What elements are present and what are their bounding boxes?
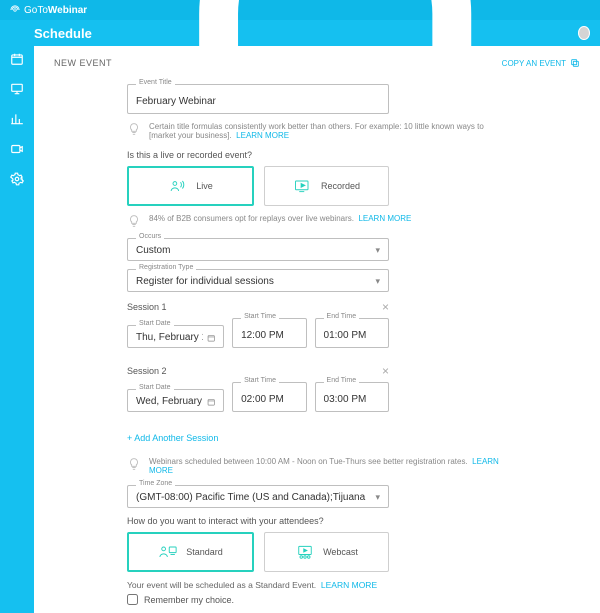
session-2-date-label: Start Date	[136, 384, 174, 391]
session-2-start[interactable]	[241, 394, 297, 405]
standard-label: Standard	[186, 547, 223, 557]
timezone-label: Time Zone	[136, 480, 175, 487]
page-title: Schedule	[34, 26, 92, 41]
session-2-end[interactable]	[324, 394, 380, 405]
live-icon	[168, 178, 188, 194]
learn-more-link[interactable]: LEARN MORE	[358, 214, 411, 223]
recorded-card[interactable]: Recorded	[264, 166, 389, 206]
timezone-value[interactable]	[136, 492, 375, 503]
session-1-date-field[interactable]: Start Date	[127, 325, 224, 348]
reg-type-field[interactable]: Registration Type ▾	[127, 269, 389, 292]
remember-label: Remember my choice.	[144, 595, 234, 605]
copy-icon	[570, 58, 580, 68]
avatar[interactable]	[578, 26, 590, 40]
broadcast-icon	[10, 5, 20, 15]
bulb-icon	[127, 214, 141, 228]
bulb-icon	[127, 122, 141, 136]
webcast-icon	[295, 544, 315, 560]
learn-more-link[interactable]: LEARN MORE	[236, 131, 289, 140]
content: NEW EVENT COPY AN EVENT Event Title Cert…	[34, 46, 600, 613]
recorded-label: Recorded	[321, 181, 360, 191]
interact-question: How do you want to interact with your at…	[127, 516, 507, 526]
live-card[interactable]: Live	[127, 166, 254, 206]
session-1-close[interactable]: ×	[382, 300, 389, 314]
live-label: Live	[196, 181, 213, 191]
remember-row[interactable]: Remember my choice.	[127, 594, 507, 605]
recorded-icon	[293, 178, 313, 194]
add-session-button[interactable]: + Add Another Session	[127, 433, 218, 443]
session-1-start-field[interactable]: Start Time	[232, 318, 306, 348]
sidebar	[0, 46, 34, 613]
header-bar: Schedule	[0, 20, 600, 46]
calendar-icon	[207, 333, 215, 343]
replay-tip: 84% of B2B consumers opt for replays ove…	[127, 214, 507, 228]
brand-bold: Webinar	[48, 5, 87, 16]
session-2-start-field[interactable]: Start Time	[232, 382, 306, 412]
session-2-start-label: Start Time	[241, 377, 279, 384]
webcast-card[interactable]: Webcast	[264, 532, 389, 572]
brand-light: GoTo	[24, 5, 48, 16]
learn-more-link[interactable]: LEARN MORE	[321, 580, 377, 590]
session-2-close[interactable]: ×	[382, 364, 389, 378]
session-1-start-label: Start Time	[241, 313, 279, 320]
chevron-down-icon: ▾	[375, 276, 380, 287]
event-title-label: Event Title	[136, 79, 175, 86]
calendar-icon	[207, 397, 215, 407]
time-tip: Webinars scheduled between 10:00 AM - No…	[127, 457, 507, 475]
standard-notice: Your event will be scheduled as a Standa…	[127, 580, 316, 590]
session-2-end-field[interactable]: End Time	[315, 382, 389, 412]
webcast-label: Webcast	[323, 547, 358, 557]
replay-tip-text: 84% of B2B consumers opt for replays ove…	[149, 214, 354, 223]
occurs-field[interactable]: Occurs ▾	[127, 238, 389, 261]
live-recorded-question: Is this a live or recorded event?	[127, 150, 507, 160]
occurs-label: Occurs	[136, 233, 164, 240]
reg-type-label: Registration Type	[136, 264, 196, 271]
chart-icon[interactable]	[10, 112, 24, 126]
chevron-down-icon: ▾	[375, 245, 380, 256]
calendar-icon[interactable]	[10, 52, 24, 66]
event-title-field[interactable]: Event Title	[127, 84, 389, 114]
occurs-value[interactable]	[136, 245, 375, 256]
title-tip: Certain title formulas consistently work…	[127, 122, 507, 140]
timezone-field[interactable]: Time Zone ▾	[127, 485, 389, 508]
title-tip-text: Certain title formulas consistently work…	[149, 122, 484, 140]
remember-checkbox[interactable]	[127, 594, 138, 605]
new-event-title: NEW EVENT	[54, 58, 112, 68]
event-title-input[interactable]	[136, 96, 380, 107]
copy-event-label: COPY AN EVENT	[502, 59, 566, 68]
standard-card[interactable]: Standard	[127, 532, 254, 572]
session-1-date-label: Start Date	[136, 320, 174, 327]
session-2-date-field[interactable]: Start Date	[127, 389, 224, 412]
time-tip-text: Webinars scheduled between 10:00 AM - No…	[149, 457, 468, 466]
session-1-start[interactable]	[241, 330, 297, 341]
bulb-icon	[127, 457, 141, 471]
gear-icon[interactable]	[10, 172, 24, 186]
video-icon[interactable]	[10, 142, 24, 156]
monitor-icon[interactable]	[10, 82, 24, 96]
copy-event-button[interactable]: COPY AN EVENT	[502, 58, 580, 68]
session-2-date[interactable]	[136, 396, 203, 407]
session-1-label: Session 1	[127, 302, 167, 312]
reg-type-value[interactable]	[136, 276, 375, 287]
session-1-end[interactable]	[324, 330, 380, 341]
standard-icon	[158, 544, 178, 560]
session-1-date[interactable]	[136, 332, 203, 343]
session-2-label: Session 2	[127, 366, 167, 376]
session-1-end-field[interactable]: End Time	[315, 318, 389, 348]
session-1-end-label: End Time	[324, 313, 360, 320]
session-2-end-label: End Time	[324, 377, 360, 384]
chevron-down-icon: ▾	[375, 492, 380, 503]
